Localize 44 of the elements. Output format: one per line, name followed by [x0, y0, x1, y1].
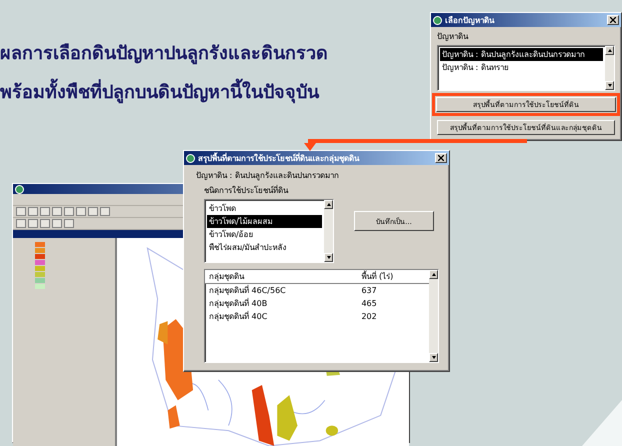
soil-area [326, 426, 338, 436]
column-header[interactable]: พื้นที่ (ไร่) [357, 270, 429, 284]
scroll-up-button[interactable] [324, 200, 333, 209]
list-item[interactable]: ข้าวโพด [207, 202, 322, 215]
close-icon [610, 17, 616, 23]
scroll-up-button[interactable] [429, 270, 438, 279]
heading-text: ผลการเลือกดินปัญหาปนลูกรังและดินกรวด [0, 42, 328, 66]
scrollbar[interactable] [605, 46, 614, 90]
scrollbar[interactable] [429, 270, 438, 362]
soil-area [158, 321, 168, 344]
table-cell: กลุ่มชุดดินที่ 46C/56C [205, 284, 358, 297]
table-cell-text: กลุ่มชุดดินที่ 40C [208, 310, 268, 323]
close-icon [438, 155, 444, 161]
app-icon [186, 154, 195, 162]
column-header[interactable]: กลุ่มชุดดิน [205, 270, 358, 284]
scroll-up-button[interactable] [605, 46, 614, 55]
table-cell-text: 465 [360, 298, 378, 310]
list-item[interactable]: ปัญหาดิน : ดินปนลูกรังและดินปนกรวดมาก [440, 48, 603, 61]
group-label: ปัญหาดิน [437, 31, 470, 43]
heading-text: พร้อมทั้งพืชที่ปลูกบนดินปัญหานี้ในปัจจุบัน [0, 77, 328, 106]
app-icon [433, 16, 442, 24]
list-box[interactable]: ข้าวโพด ข้าวโพด/ไม้ผลผสม ข้าวโพด/อ้อย พืชไร่ผสม/มันสำปะหลัง [204, 199, 334, 263]
table-cell-text: 202 [360, 311, 378, 323]
scroll-down-button[interactable] [605, 81, 614, 90]
corner-decoration [582, 400, 622, 446]
close-button[interactable] [435, 153, 447, 163]
list-item[interactable]: ข้าวโพด/ไม้ผลผสม [207, 215, 322, 228]
table-cell: 637 [357, 284, 429, 297]
soil-area [168, 405, 180, 429]
table-cell-text: กลุ่มชุดดินที่ 40B [208, 297, 268, 310]
soil-problem-label: ปัญหาดิน : ดินปนลูกรังและดินปนกรวดมาก [196, 170, 340, 182]
window-title: เลือกปัญหาดิน [445, 14, 496, 26]
soil-area [252, 385, 274, 446]
landuse-label: ชนิดการใช้ประโยชน์ที่ดิน [203, 184, 290, 197]
list-item[interactable]: ปัญหาดิน : ดินทราย [440, 61, 603, 74]
list-box[interactable]: ปัญหาดิน : ดินปนลูกรังและดินปนกรวดมาก ปัญหาดิน : ดินทราย [437, 45, 615, 91]
close-button[interactable] [607, 15, 619, 25]
scroll-down-button[interactable] [429, 353, 438, 362]
scroll-down-button[interactable] [324, 253, 333, 262]
soil-area [277, 395, 298, 441]
window-title: สรุปพื้นที่ตามการใช้ประโยชน์ที่ดินและกลุ่มชุดดิน [198, 152, 360, 164]
scrollbar[interactable] [324, 200, 333, 262]
list-item[interactable]: พืชไร่ผสม/มันสำปะหลัง [207, 241, 322, 254]
list-item[interactable]: ข้าวโพด/อ้อย [207, 228, 322, 241]
